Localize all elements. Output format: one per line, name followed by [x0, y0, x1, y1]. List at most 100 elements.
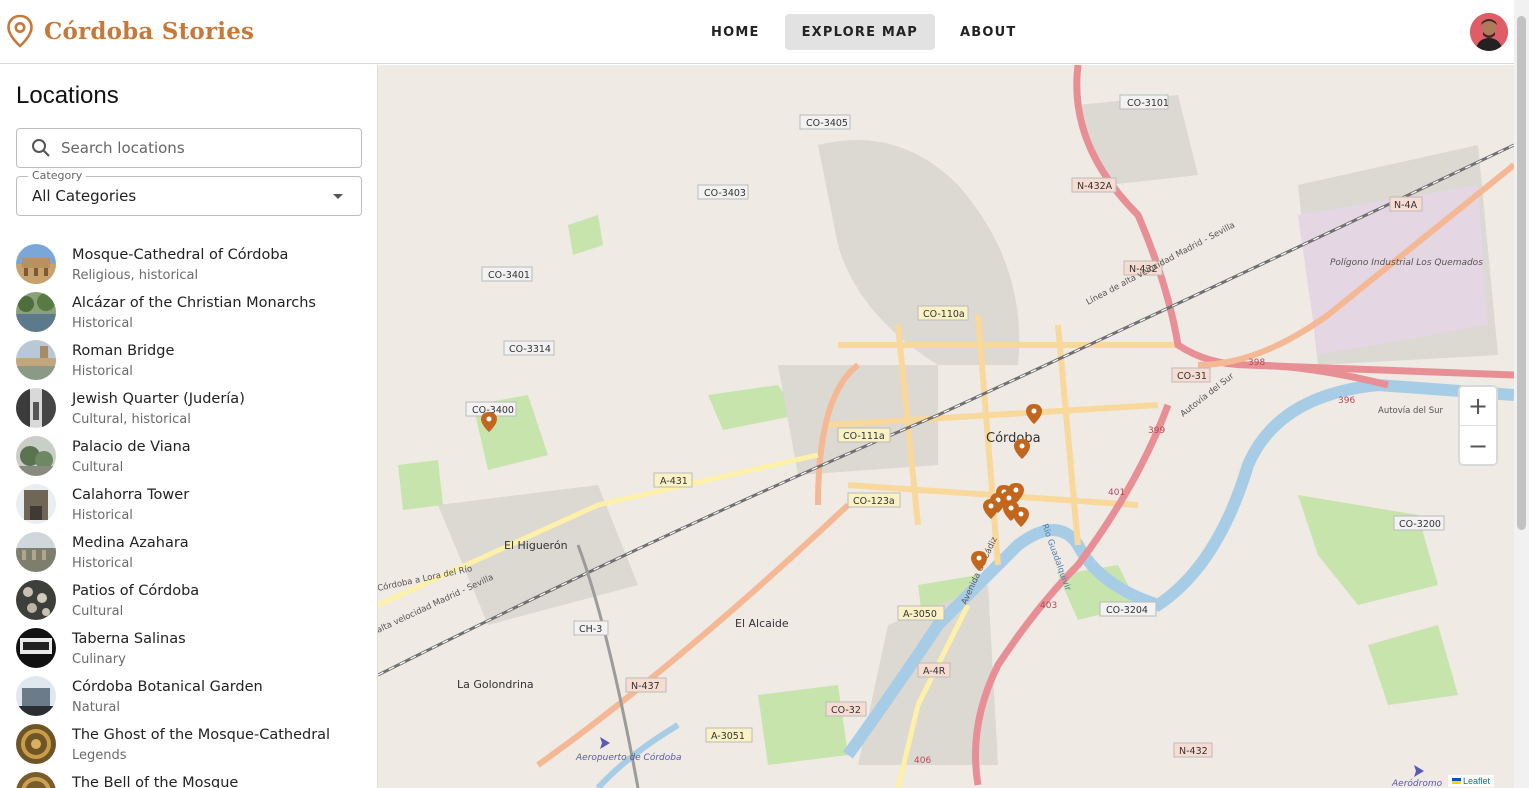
road-label: CO-3403	[697, 184, 749, 200]
location-thumbnail	[16, 340, 56, 380]
user-avatar[interactable]	[1470, 13, 1508, 51]
road-label: CO-110a	[917, 305, 969, 321]
svg-text:A-3050: A-3050	[903, 609, 937, 620]
svg-text:N-432: N-432	[1179, 746, 1208, 757]
location-category: Historical	[72, 364, 133, 379]
list-item[interactable]: Patios of Córdoba Cultural	[0, 577, 377, 625]
svg-text:CO-3403: CO-3403	[704, 188, 746, 199]
svg-text:A-3051: A-3051	[711, 731, 745, 742]
road-label: CO-3200	[1393, 515, 1445, 531]
location-name: The Ghost of the Mosque-Cathedral	[72, 727, 331, 743]
zoom-out-button[interactable]: −	[1460, 426, 1496, 465]
location-category: Legends	[72, 748, 127, 763]
location-name: Calahorra Tower	[72, 487, 190, 503]
location-thumbnail	[16, 388, 56, 428]
nav-explore-map[interactable]: EXPLORE MAP	[784, 14, 936, 50]
list-item[interactable]: Jewish Quarter (Judería) Cultural, histo…	[0, 385, 377, 433]
svg-text:CO-31: CO-31	[1177, 371, 1207, 382]
road-label: CO-3204	[1099, 601, 1157, 617]
svg-text:El Higuerón: El Higuerón	[504, 539, 568, 552]
location-category: Natural	[72, 700, 120, 715]
location-name: The Bell of the Mosque	[72, 775, 239, 788]
svg-text:CO-3200: CO-3200	[1399, 519, 1441, 530]
location-name: Alcázar of the Christian Monarchs	[72, 295, 316, 311]
attribution-link[interactable]: Leaflet	[1463, 776, 1490, 786]
nav-about[interactable]: ABOUT	[943, 14, 1033, 50]
road-label: A-431	[653, 472, 693, 488]
location-thumbnail	[16, 436, 56, 476]
svg-text:396: 396	[1338, 396, 1355, 406]
location-category: Culinary	[72, 652, 126, 667]
list-item[interactable]: Córdoba Botanical Garden Natural	[0, 673, 377, 721]
list-item[interactable]: Palacio de Viana Cultural	[0, 433, 377, 481]
map-tiles: CO-3101 CO-3405 CO-3403 N-432A N-4A CO-3…	[378, 65, 1514, 788]
category-select[interactable]: Category All Categories	[16, 169, 362, 216]
main-nav: HOME EXPLORE MAP ABOUT	[694, 14, 1033, 50]
page-scrollbar[interactable]	[1514, 0, 1529, 788]
location-name: Mosque-Cathedral of Córdoba	[72, 247, 289, 263]
svg-text:Polígono Industrial Los Quemad: Polígono Industrial Los Quemados	[1330, 258, 1483, 268]
list-item[interactable]: The Bell of the Mosque	[0, 769, 377, 788]
nav-home[interactable]: HOME	[694, 14, 777, 50]
svg-text:CH-3: CH-3	[579, 624, 602, 635]
location-category: Historical	[72, 316, 133, 331]
svg-text:CO-32: CO-32	[831, 705, 861, 716]
road-label: CO-111a	[837, 427, 891, 443]
locations-list: Mosque-Cathedral of Córdoba Religious, h…	[0, 241, 377, 788]
location-thumbnail	[16, 580, 56, 620]
road-label: A-3051	[705, 727, 753, 743]
zoom-in-button[interactable]: +	[1460, 387, 1496, 426]
location-thumbnail	[16, 676, 56, 716]
map-canvas[interactable]: CO-3101 CO-3405 CO-3403 N-432A N-4A CO-3…	[378, 65, 1514, 788]
location-category: Historical	[72, 508, 133, 523]
location-category: Cultural	[72, 604, 124, 619]
svg-text:CO-111a: CO-111a	[843, 431, 885, 442]
svg-text:CO-110a: CO-110a	[923, 309, 965, 320]
svg-text:El Alcaide: El Alcaide	[735, 617, 789, 630]
list-item[interactable]: Mosque-Cathedral of Córdoba Religious, h…	[0, 241, 377, 289]
search-input[interactable]: Search locations	[16, 128, 362, 168]
city-label: Córdoba	[986, 431, 1041, 446]
svg-text:398: 398	[1248, 358, 1265, 368]
location-thumbnail	[16, 244, 56, 284]
location-name: Jewish Quarter (Judería)	[72, 391, 245, 407]
location-name: Palacio de Viana	[72, 439, 191, 455]
scrollbar-thumb[interactable]	[1517, 16, 1526, 530]
road-label: A-4R	[917, 662, 951, 678]
location-thumbnail	[16, 484, 56, 524]
svg-text:A-431: A-431	[660, 476, 688, 487]
brand[interactable]: Córdoba Stories	[6, 14, 254, 48]
road-label: CO-3401	[481, 266, 533, 282]
location-pin-icon	[7, 14, 33, 48]
svg-text:CO-123a: CO-123a	[853, 496, 895, 507]
map-attribution[interactable]: Leaflet	[1448, 775, 1495, 787]
svg-text:A-4R: A-4R	[923, 666, 946, 677]
location-name: Córdoba Botanical Garden	[72, 679, 263, 695]
road-label: N-432A	[1071, 177, 1117, 193]
sidebar-title: Locations	[16, 82, 119, 109]
list-item[interactable]: Calahorra Tower Historical	[0, 481, 377, 529]
svg-text:406: 406	[914, 756, 931, 766]
svg-text:Aeropuerto de Córdoba: Aeropuerto de Córdoba	[575, 752, 682, 763]
locations-sidebar: Locations Search locations Category All …	[0, 65, 378, 788]
list-item[interactable]: The Ghost of the Mosque-Cathedral Legend…	[0, 721, 377, 769]
chevron-down-icon	[333, 194, 343, 199]
category-label: Category	[28, 169, 87, 182]
road-label: CH-3	[573, 620, 609, 636]
list-item[interactable]: Roman Bridge Historical	[0, 337, 377, 385]
list-item[interactable]: Taberna Salinas Culinary	[0, 625, 377, 673]
svg-text:N-4A: N-4A	[1394, 200, 1418, 211]
zoom-control: + −	[1458, 385, 1498, 466]
location-thumbnail	[16, 292, 56, 332]
svg-text:CO-3101: CO-3101	[1127, 98, 1169, 109]
location-name: Patios of Córdoba	[72, 583, 200, 599]
location-thumbnail	[16, 724, 56, 764]
list-item[interactable]: Alcázar of the Christian Monarchs Histor…	[0, 289, 377, 337]
svg-text:401: 401	[1108, 488, 1125, 498]
svg-text:Autovía del Sur: Autovía del Sur	[1378, 406, 1444, 416]
road-label: CO-3314	[503, 340, 555, 356]
svg-text:CO-3405: CO-3405	[806, 118, 848, 129]
svg-text:403: 403	[1040, 601, 1057, 611]
location-thumbnail	[16, 772, 56, 788]
list-item[interactable]: Medina Azahara Historical	[0, 529, 377, 577]
